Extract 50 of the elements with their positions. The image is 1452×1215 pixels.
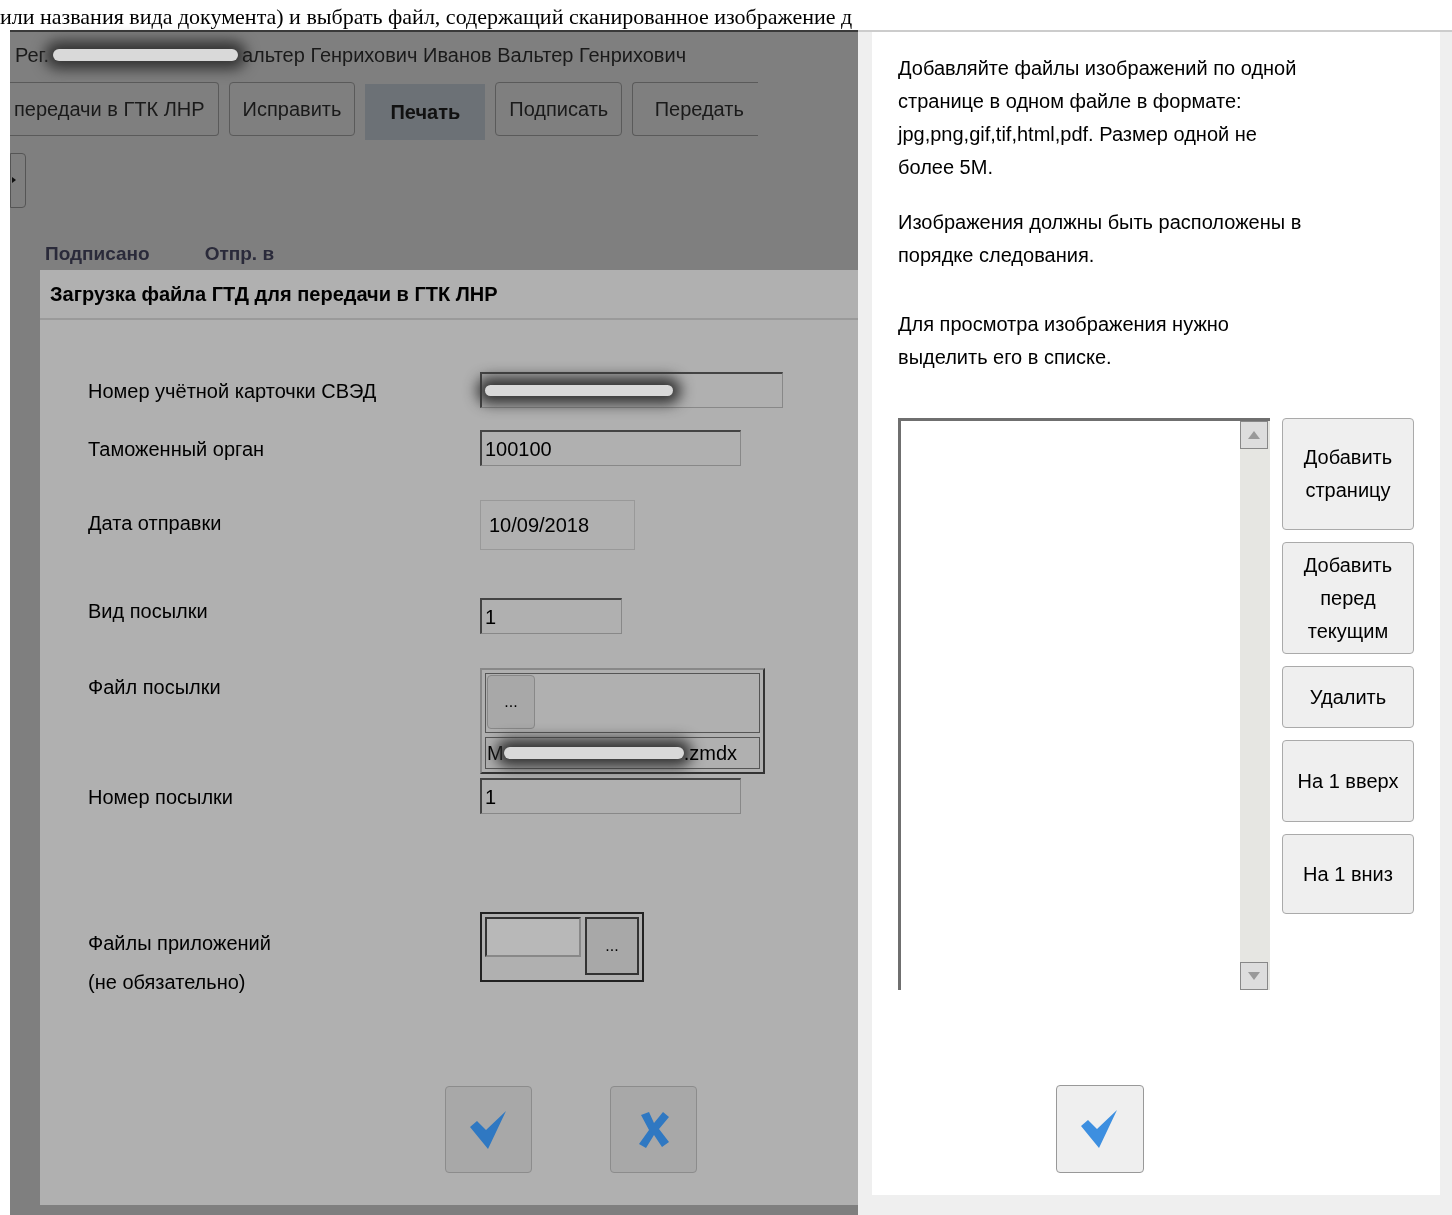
collapse-button[interactable] xyxy=(10,152,26,208)
input-field[interactable] xyxy=(485,917,581,957)
cancel-button[interactable] xyxy=(610,1086,697,1173)
down-arrow-icon xyxy=(1248,972,1260,980)
panel-button[interactable]: На 1 вниз xyxy=(1282,834,1414,914)
panel-button[interactable]: Удалить xyxy=(1282,666,1414,728)
field-label: Номер посылки xyxy=(88,786,234,808)
attachment-picker[interactable]: ... xyxy=(480,912,644,982)
panel-button[interactable]: Добавить страницу xyxy=(1282,418,1414,530)
file-name-text: M xyxy=(487,741,504,766)
field-label: Дата отправки xyxy=(88,512,222,534)
field-note: (не обязательно) xyxy=(88,970,247,995)
field-label: Файлы приложений xyxy=(88,931,272,956)
up-arrow-icon xyxy=(1248,431,1260,439)
close-icon xyxy=(636,1110,671,1149)
column-header: Подписано xyxy=(45,241,150,266)
field-label: Таможенный орган xyxy=(88,438,265,460)
toolbar-button[interactable]: Исправить xyxy=(228,82,356,136)
panel-button[interactable]: Добавить перед текущим xyxy=(1282,542,1414,654)
scrollbar[interactable] xyxy=(1240,421,1270,990)
instruction-text: Для просмотра изображения нужно выделить его в списке. xyxy=(898,312,1230,370)
browse-button[interactable]: ... xyxy=(487,675,535,729)
confirm-button[interactable] xyxy=(1056,1085,1144,1173)
ok-button[interactable] xyxy=(445,1086,532,1173)
file-name-field[interactable]: M .zmdx xyxy=(485,737,760,769)
date-field[interactable]: 10/09/2018 xyxy=(480,500,635,550)
panel-button[interactable]: На 1 вверх xyxy=(1282,740,1414,822)
input-field[interactable]: 1 xyxy=(480,598,622,634)
file-picker[interactable]: ... M .zmdx xyxy=(480,668,765,774)
instruction-text: Изображения должны быть расположены в порядке следования. xyxy=(898,210,1303,268)
toolbar-button[interactable]: Подписать xyxy=(495,82,623,136)
toolbar-button[interactable]: Передать xyxy=(632,82,759,136)
field-label: Вид посылки xyxy=(88,600,208,622)
input-field[interactable]: 1 xyxy=(480,778,741,814)
dialog-title: Загрузка файла ГТД для передачи в ГТК ЛНР xyxy=(50,282,498,307)
registration-label: Рег. xyxy=(15,43,49,68)
toolbar-button[interactable]: передачи в ГТК ЛНР xyxy=(10,82,219,136)
caption-text: или названия вида документа) и выбрать файл, содержащий сканированное изображение д xyxy=(0,4,853,30)
column-header: Отпр. в xyxy=(204,241,275,266)
file-name-text: .zmdx xyxy=(683,741,737,766)
input-field[interactable]: 100100 xyxy=(480,430,741,466)
toolbar-button[interactable]: Печать xyxy=(365,84,486,140)
image-list[interactable] xyxy=(898,418,1270,990)
field-label: Файл посылки xyxy=(88,676,221,698)
chevron-icon xyxy=(11,176,17,184)
instruction-text: Добавляйте файлы изображений по одной странице в одном файле в формате: jpg,png,gif,tif,html,pdf. Размер одной не более 5M. xyxy=(898,56,1298,180)
input-field[interactable] xyxy=(480,372,783,408)
person-name: альтер Генрихович Иванов Вальтер Генрихович xyxy=(242,43,687,68)
browse-button[interactable]: ... xyxy=(585,917,639,975)
field-label: Номер учётной карточки СВЭД xyxy=(88,380,377,402)
